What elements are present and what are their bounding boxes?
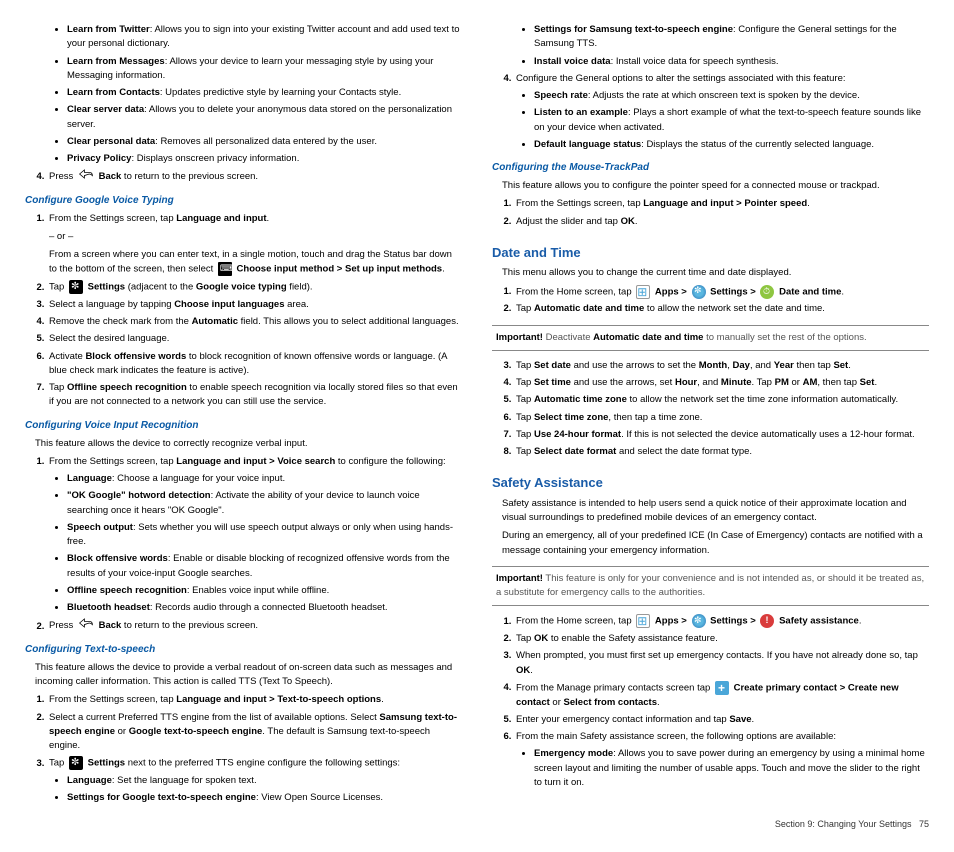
- settings-circle-icon: [692, 285, 706, 299]
- list-item: Select a current Preferred TTS engine fr…: [47, 711, 462, 754]
- page-columns: Learn from Twitter: Allows you to sign i…: [25, 20, 929, 832]
- date-steps-b: Tap Set date and use the arrows to set t…: [500, 359, 929, 460]
- list-item: Settings for Google text-to-speech engin…: [67, 791, 462, 805]
- settings-circle-icon: [692, 614, 706, 628]
- safety-intro2: During an emergency, all of your predefi…: [502, 529, 929, 558]
- list-item: Tap Settings next to the preferred TTS e…: [47, 756, 462, 771]
- list-item: Press Back to return to the previous scr…: [47, 169, 462, 184]
- list-item: Press Back to return to the previous scr…: [47, 618, 462, 633]
- heading-mouse: Configuring the Mouse-TrackPad: [492, 160, 929, 175]
- date-intro: This menu allows you to change the curre…: [502, 266, 929, 280]
- list-item: Language: Set the language for spoken te…: [67, 774, 462, 788]
- list-item: Tap Settings (adjacent to the Google voi…: [47, 280, 462, 295]
- list-item: Activate Block offensive words to block …: [47, 350, 462, 379]
- list-item: Configure the General options to alter t…: [514, 72, 929, 86]
- list-item: "OK Google" hotword detection: Activate …: [67, 489, 462, 518]
- list-item: Enter your emergency contact information…: [514, 713, 929, 727]
- list-item: Clear personal data: Removes all persona…: [67, 135, 462, 149]
- left-column: Learn from Twitter: Allows you to sign i…: [25, 20, 462, 832]
- tts-intro: This feature allows the device to provid…: [35, 661, 462, 690]
- list-item: Learn from Twitter: Allows you to sign i…: [67, 23, 462, 52]
- heading-tts: Configuring Text-to-speech: [25, 642, 462, 657]
- list-item: Default language status: Displays the st…: [534, 138, 929, 152]
- heading-voice-input: Configuring Voice Input Recognition: [25, 418, 462, 433]
- voice-input-step2: Press Back to return to the previous scr…: [33, 618, 462, 633]
- keyboard-icon: [218, 262, 232, 276]
- list-item: Speech output: Sets whether you will use…: [67, 521, 462, 550]
- safety-steps: From the Home screen, tap Apps > Setting…: [500, 614, 929, 744]
- list-item: Tap Set date and use the arrows to set t…: [514, 359, 929, 373]
- voice-input-steps: From the Settings screen, tap Language a…: [33, 455, 462, 469]
- list-item: Tap Automatic date and time to allow the…: [514, 302, 929, 316]
- mouse-intro: This feature allows you to configure the…: [502, 179, 929, 193]
- list-item: Privacy Policy: Displays onscreen privac…: [67, 152, 462, 166]
- list-item: From the Settings screen, tap Language a…: [514, 197, 929, 211]
- right-column: Settings for Samsung text-to-speech engi…: [492, 20, 929, 832]
- list-item: Select the desired language.: [47, 332, 462, 346]
- list-item: Tap OK to enable the Safety assistance f…: [514, 632, 929, 646]
- list-item: Tap Automatic time zone to allow the net…: [514, 393, 929, 407]
- important-note-safety: Important! This feature is only for your…: [492, 566, 929, 607]
- list-item: From the Settings screen, tap Language a…: [47, 693, 462, 707]
- list-item: From the Home screen, tap Apps > Setting…: [514, 285, 929, 300]
- list-item: Speech rate: Adjusts the rate at which o…: [534, 89, 929, 103]
- list-item: Block offensive words: Enable or disable…: [67, 552, 462, 581]
- list-item: Listen to an example: Plays a short exam…: [534, 106, 929, 135]
- list-item: From the Manage primary contacts screen …: [514, 681, 929, 710]
- gear-icon: [69, 280, 83, 294]
- alert-icon: [760, 614, 774, 628]
- tts-step4-bullets: Speech rate: Adjusts the rate at which o…: [520, 89, 929, 152]
- mouse-steps: From the Settings screen, tap Language a…: [500, 197, 929, 229]
- list-item: From the Settings screen, tap Language a…: [47, 212, 462, 278]
- list-item: Adjust the slider and tap OK.: [514, 215, 929, 229]
- list-item: Tap Select time zone, then tap a time zo…: [514, 411, 929, 425]
- list-item: Tap Use 24-hour format. If this is not s…: [514, 428, 929, 442]
- heading-date-time: Date and Time: [492, 243, 929, 263]
- list-item: Remove the check mark from the Automatic…: [47, 315, 462, 329]
- clock-icon: [760, 285, 774, 299]
- list-item: From the Home screen, tap Apps > Setting…: [514, 614, 929, 629]
- safety-bullets: Emergency mode: Allows you to save power…: [520, 747, 929, 790]
- apps-icon: [636, 285, 650, 299]
- tts-step4: Configure the General options to alter t…: [500, 72, 929, 86]
- list-item: Bluetooth headset: Records audio through…: [67, 601, 462, 615]
- list-item: When prompted, you must first set up eme…: [514, 649, 929, 678]
- list-item: Emergency mode: Allows you to save power…: [534, 747, 929, 790]
- voice-input-bullets: Language: Choose a language for your voi…: [53, 472, 462, 615]
- page-footer: Section 9: Changing Your Settings 75: [492, 818, 929, 832]
- heading-safety: Safety Assistance: [492, 473, 929, 493]
- twitter-list: Learn from Twitter: Allows you to sign i…: [53, 23, 462, 166]
- list-item: Tap Select date format and select the da…: [514, 445, 929, 459]
- list-item: Learn from Contacts: Updates predictive …: [67, 86, 462, 100]
- date-steps-a: From the Home screen, tap Apps > Setting…: [500, 285, 929, 317]
- heading-google-voice: Configure Google Voice Typing: [25, 193, 462, 208]
- list-item: From the Settings screen, tap Language a…: [47, 455, 462, 469]
- apps-icon: [636, 614, 650, 628]
- list-item: Install voice data: Install voice data f…: [534, 55, 929, 69]
- plus-icon: [715, 681, 729, 695]
- list-item: Language: Choose a language for your voi…: [67, 472, 462, 486]
- list-item: Select a language by tapping Choose inpu…: [47, 298, 462, 312]
- list-item: Tap Set time and use the arrows, set Hou…: [514, 376, 929, 390]
- list-item: Learn from Messages: Allows your device …: [67, 55, 462, 84]
- safety-intro1: Safety assistance is intended to help us…: [502, 497, 929, 526]
- list-item: Tap Offline speech recognition to enable…: [47, 381, 462, 410]
- gear-icon: [69, 756, 83, 770]
- list-item: Offline speech recognition: Enables voic…: [67, 584, 462, 598]
- tts-bullets-cont: Settings for Samsung text-to-speech engi…: [520, 23, 929, 69]
- list-item: Settings for Samsung text-to-speech engi…: [534, 23, 929, 52]
- list-item: Clear server data: Allows you to delete …: [67, 103, 462, 132]
- tts-bullets: Language: Set the language for spoken te…: [53, 774, 462, 806]
- back-icon: [78, 618, 94, 633]
- voice-input-intro: This feature allows the device to correc…: [35, 437, 462, 451]
- important-note-date: Important! Deactivate Automatic date and…: [492, 325, 929, 351]
- list-item: From the main Safety assistance screen, …: [514, 730, 929, 744]
- press-back-step: Press Back to return to the previous scr…: [33, 169, 462, 184]
- tts-steps: From the Settings screen, tap Language a…: [33, 693, 462, 771]
- back-icon: [78, 169, 94, 184]
- google-voice-steps: From the Settings screen, tap Language a…: [33, 212, 462, 410]
